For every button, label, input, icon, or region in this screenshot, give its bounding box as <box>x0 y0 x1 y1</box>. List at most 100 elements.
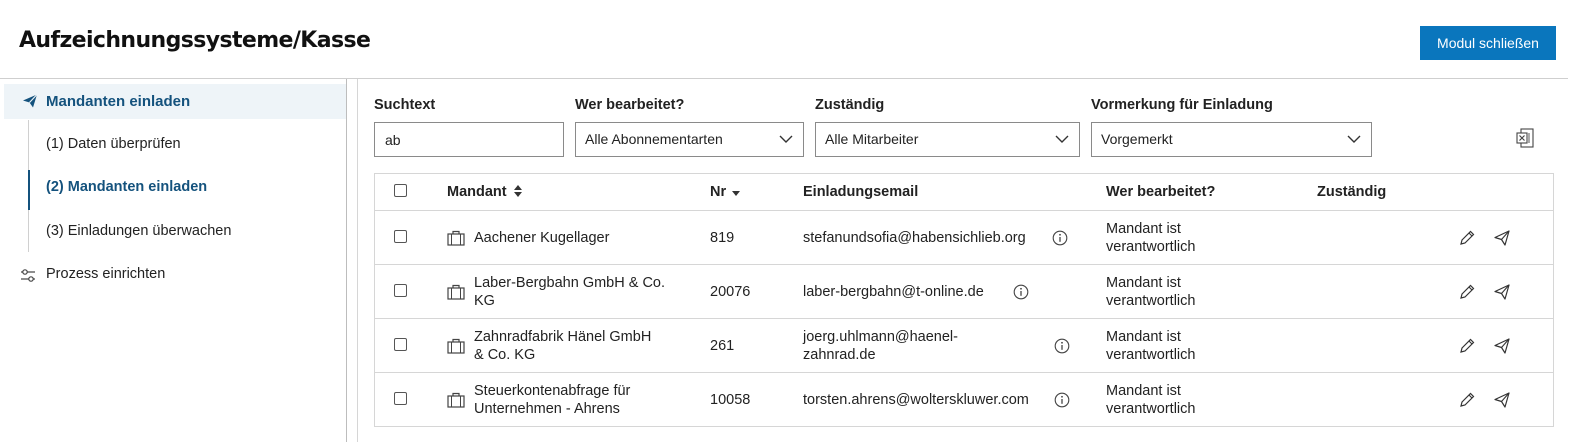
sidebar-item-label: Prozess einrichten <box>46 266 166 282</box>
search-input[interactable] <box>374 122 564 157</box>
editor-status-line: Mandant ist <box>1106 383 1181 399</box>
sort-descending-icon <box>732 191 741 196</box>
briefcase-icon <box>447 284 465 300</box>
column-label: Mandant <box>447 184 507 200</box>
client-name-line: KG <box>474 293 495 309</box>
paper-plane-icon[interactable] <box>1493 283 1511 301</box>
client-name-line: & Co. KG <box>474 347 536 363</box>
email-line: laber-bergbahn@t-online.de <box>803 284 984 300</box>
client-name-line: Unternehmen - Ahrens <box>474 401 620 417</box>
editor-status: Mandant ist verantwortlich <box>1106 220 1195 256</box>
editor-status-line: verantwortlich <box>1106 347 1196 363</box>
row-checkbox[interactable] <box>394 230 407 243</box>
sidebar-item-label: Mandanten einladen <box>46 93 191 110</box>
table-row[interactable]: Laber-Bergbahn GmbH & Co. KG 20076 laber… <box>375 265 1553 319</box>
reservation-filter-select[interactable]: Vorgemerkt <box>1091 122 1372 157</box>
editor-filter-value: Alle Abonnementarten <box>585 131 723 147</box>
pencil-icon[interactable] <box>1458 229 1476 247</box>
client-name-line: Zahnradfabrik Hänel GmbH <box>474 329 652 345</box>
client-nr: 10058 <box>710 392 751 408</box>
client-name-line: Aachener Kugellager <box>474 230 610 246</box>
email-line: torsten.ahrens@wolterskluwer.com <box>803 392 1029 408</box>
client-name: Zahnradfabrik Hänel GmbH & Co. KG <box>474 328 651 364</box>
responsible-filter-select[interactable]: Alle Mitarbeiter <box>815 122 1080 157</box>
row-checkbox[interactable] <box>394 392 407 405</box>
column-header-client[interactable]: Mandant <box>447 184 523 200</box>
sliders-icon <box>21 269 35 282</box>
email-line: stefanundsofia@habensichlieb.org <box>803 230 1026 246</box>
info-icon[interactable] <box>1013 284 1029 300</box>
sidebar-subitem-mandanten-einladen[interactable]: (2) Mandanten einladen <box>46 179 207 195</box>
editor-status-line: Mandant ist <box>1106 275 1181 291</box>
editor-filter-select[interactable]: Alle Abonnementarten <box>575 122 804 157</box>
select-all-checkbox[interactable] <box>394 184 407 197</box>
row-checkbox[interactable] <box>394 284 407 297</box>
clients-table: Mandant Nr Einladungsemail Wer bearbeite… <box>374 173 1554 427</box>
info-icon[interactable] <box>1054 338 1070 354</box>
sidebar-divider <box>346 79 347 442</box>
client-name-line: Steuerkontenabfrage für <box>474 383 631 399</box>
sidebar-subitem-einladungen-ueberwachen[interactable]: (3) Einladungen überwachen <box>46 223 231 239</box>
table-row[interactable]: Steuerkontenabfrage für Unternehmen - Ah… <box>375 373 1553 427</box>
editor-filter-label: Wer bearbeitet? <box>575 97 685 113</box>
info-icon[interactable] <box>1054 392 1070 408</box>
chevron-down-icon <box>1055 135 1069 143</box>
client-nr: 261 <box>710 338 735 354</box>
briefcase-icon <box>447 338 465 354</box>
sort-icon <box>513 185 522 197</box>
reservation-filter-label: Vormerkung für Einladung <box>1091 97 1273 113</box>
sidebar-item-mandanten-einladen[interactable]: Mandanten einladen <box>4 84 346 119</box>
pencil-icon[interactable] <box>1458 391 1476 409</box>
briefcase-icon <box>447 392 465 408</box>
editor-status: Mandant ist verantwortlich <box>1106 382 1195 418</box>
briefcase-icon <box>447 230 465 246</box>
editor-status-line: Mandant ist <box>1106 329 1181 345</box>
content-divider <box>357 79 358 442</box>
table-row[interactable]: Aachener Kugellager 819 stefanundsofia@h… <box>375 211 1553 265</box>
chevron-down-icon <box>1347 135 1361 143</box>
sidebar <box>0 79 346 442</box>
client-name: Steuerkontenabfrage für Unternehmen - Ah… <box>474 382 630 418</box>
column-label: Nr <box>710 184 727 200</box>
column-header-editor[interactable]: Wer bearbeitet? <box>1106 184 1215 200</box>
row-checkbox[interactable] <box>394 338 407 351</box>
chevron-down-icon <box>779 135 793 143</box>
excel-export-icon[interactable] <box>1516 128 1534 148</box>
table-header: Mandant Nr Einladungsemail Wer bearbeite… <box>375 174 1553 211</box>
editor-status: Mandant ist verantwortlich <box>1106 274 1195 310</box>
email-line: joerg.uhlmann@haenel- <box>803 329 958 345</box>
paper-plane-icon[interactable] <box>1493 337 1511 355</box>
editor-status-line: verantwortlich <box>1106 293 1196 309</box>
pencil-icon[interactable] <box>1458 283 1476 301</box>
client-nr: 819 <box>710 230 735 246</box>
editor-status-line: verantwortlich <box>1106 401 1196 417</box>
client-name: Aachener Kugellager <box>474 229 609 247</box>
invitation-email: laber-bergbahn@t-online.de <box>803 283 984 301</box>
email-line: zahnrad.de <box>803 347 876 363</box>
search-label: Suchtext <box>374 97 436 113</box>
editor-status-line: verantwortlich <box>1106 239 1196 255</box>
invitation-email: joerg.uhlmann@haenel- zahnrad.de <box>803 328 958 364</box>
client-name: Laber-Bergbahn GmbH & Co. KG <box>474 274 665 310</box>
page-title: Aufzeichnungssysteme/Kasse <box>19 28 371 53</box>
pencil-icon[interactable] <box>1458 337 1476 355</box>
sidebar-subitem-daten-pruefen[interactable]: (1) Daten überprüfen <box>46 136 181 152</box>
top-bar: Aufzeichnungssysteme/Kasse Modul schließ… <box>0 0 1591 78</box>
client-nr: 20076 <box>710 284 751 300</box>
responsible-filter-value: Alle Mitarbeiter <box>825 131 919 147</box>
paper-plane-icon[interactable] <box>1493 391 1511 409</box>
sidebar-active-indicator <box>28 170 30 210</box>
invitation-email: stefanundsofia@habensichlieb.org <box>803 229 1026 247</box>
column-header-nr[interactable]: Nr <box>710 184 741 200</box>
table-row[interactable]: Zahnradfabrik Hänel GmbH & Co. KG 261 jo… <box>375 319 1553 373</box>
paper-plane-icon <box>23 94 38 108</box>
info-icon[interactable] <box>1052 230 1068 246</box>
column-header-responsible[interactable]: Zuständig <box>1317 184 1386 200</box>
close-module-button[interactable]: Modul schließen <box>1420 26 1556 60</box>
reservation-filter-value: Vorgemerkt <box>1101 131 1173 147</box>
client-name-line: Laber-Bergbahn GmbH & Co. <box>474 275 666 291</box>
paper-plane-icon[interactable] <box>1493 229 1511 247</box>
invitation-email: torsten.ahrens@wolterskluwer.com <box>803 391 1029 409</box>
editor-status: Mandant ist verantwortlich <box>1106 328 1195 364</box>
column-header-email[interactable]: Einladungsemail <box>803 184 918 200</box>
